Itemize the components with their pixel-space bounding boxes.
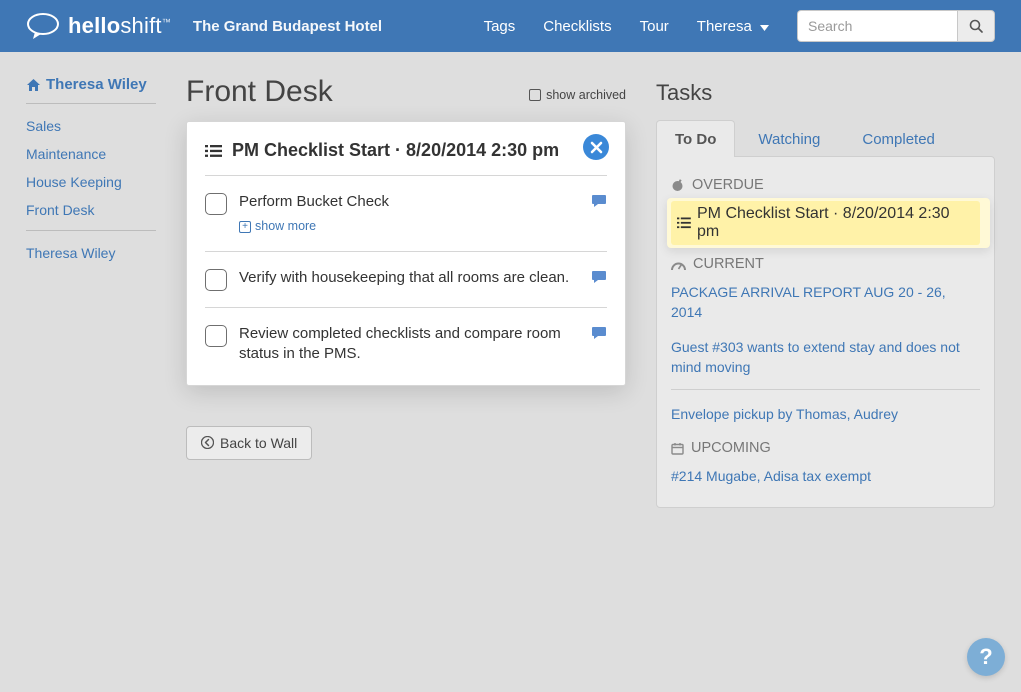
section-overdue: OVERDUE PM Checklist Start · 8/20/2014 2… xyxy=(671,177,980,248)
show-more-link[interactable]: + show more xyxy=(239,218,316,235)
checkbox-icon xyxy=(529,89,541,101)
section-current: CURRENT PACKAGE ARRIVAL REPORT AUG 20 - … xyxy=(671,256,980,426)
show-archived-label: show archived xyxy=(546,88,626,102)
help-label: ? xyxy=(979,644,992,670)
checkbox[interactable] xyxy=(205,325,227,347)
gauge-icon xyxy=(671,258,686,271)
sidebar-profile[interactable]: Theresa Wiley xyxy=(26,76,156,104)
search-icon xyxy=(969,19,983,33)
checklist-item: Perform Bucket Check + show more xyxy=(205,176,607,252)
close-icon xyxy=(590,141,603,154)
sidebar-item-frontdesk[interactable]: Front Desk xyxy=(26,202,156,218)
sidebar: Theresa Wiley Sales Maintenance House Ke… xyxy=(26,74,156,273)
nav-checklists[interactable]: Checklists xyxy=(543,18,611,35)
card-header: PM Checklist Start · 8/20/2014 2:30 pm xyxy=(205,140,607,176)
checklist-card: PM Checklist Start · 8/20/2014 2:30 pm P… xyxy=(186,121,626,386)
checklist-item: Verify with housekeeping that all rooms … xyxy=(205,252,607,308)
bomb-icon xyxy=(671,178,685,192)
brand-text: helloshift™ xyxy=(68,13,171,39)
sidebar-profile-name: Theresa Wiley xyxy=(46,76,147,93)
task-text: PM Checklist Start · 8/20/2014 2:30 pm xyxy=(697,205,974,241)
list-icon xyxy=(205,144,222,158)
sidebar-divider xyxy=(26,230,156,231)
tab-watching[interactable]: Watching xyxy=(739,120,839,157)
plus-icon: + xyxy=(239,221,251,233)
item-text: Verify with housekeeping that all rooms … xyxy=(239,268,579,288)
comment-icon[interactable] xyxy=(591,270,607,284)
home-icon xyxy=(26,78,41,92)
sidebar-item-housekeeping[interactable]: House Keeping xyxy=(26,174,156,190)
search-button[interactable] xyxy=(957,10,995,42)
close-button[interactable] xyxy=(583,134,609,160)
task-link[interactable]: Guest #303 wants to extend stay and does… xyxy=(671,335,980,380)
hotel-name[interactable]: The Grand Budapest Hotel xyxy=(193,18,382,35)
section-label: UPCOMING xyxy=(691,440,771,456)
show-archived-toggle[interactable]: show archived xyxy=(529,88,626,102)
task-link[interactable]: PACKAGE ARRIVAL REPORT AUG 20 - 26, 2014 xyxy=(671,280,980,325)
topbar: helloshift™ The Grand Budapest Hotel Tag… xyxy=(0,0,1021,52)
checkbox[interactable] xyxy=(205,269,227,291)
task-highlighted[interactable]: PM Checklist Start · 8/20/2014 2:30 pm xyxy=(667,198,990,248)
tasks-title: Tasks xyxy=(656,80,995,106)
brand[interactable]: helloshift™ xyxy=(26,12,171,40)
back-to-wall-button[interactable]: Back to Wall xyxy=(186,426,312,460)
page-title: Front Desk xyxy=(186,75,333,109)
help-bubble[interactable]: ? xyxy=(967,638,1005,676)
back-label: Back to Wall xyxy=(220,435,297,451)
tab-todo[interactable]: To Do xyxy=(656,120,735,157)
section-label: OVERDUE xyxy=(692,177,764,193)
checkbox[interactable] xyxy=(205,193,227,215)
task-link[interactable]: #214 Mugabe, Adisa tax exempt xyxy=(671,464,980,488)
nav-tour[interactable]: Tour xyxy=(640,18,669,35)
tasks-tab-panel: OVERDUE PM Checklist Start · 8/20/2014 2… xyxy=(656,156,995,508)
tasks-tabs: To Do Watching Completed xyxy=(656,120,995,157)
search xyxy=(797,10,995,42)
comment-icon[interactable] xyxy=(591,326,607,340)
sidebar-item-sales[interactable]: Sales xyxy=(26,118,156,134)
nav-right: Tags Checklists Tour Theresa xyxy=(484,10,995,42)
checklist-item: Review completed checklists and compare … xyxy=(205,308,607,381)
comment-icon[interactable] xyxy=(591,194,607,208)
card-title: PM Checklist Start · 8/20/2014 2:30 pm xyxy=(232,140,559,161)
section-upcoming: UPCOMING #214 Mugabe, Adisa tax exempt xyxy=(671,440,980,488)
caret-down-icon xyxy=(760,25,769,31)
tab-completed[interactable]: Completed xyxy=(843,120,954,157)
divider xyxy=(671,389,980,390)
calendar-icon xyxy=(671,442,684,455)
item-text: Perform Bucket Check xyxy=(239,192,579,212)
speech-bubble-icon xyxy=(26,12,60,40)
item-text: Review completed checklists and compare … xyxy=(239,324,579,365)
section-label: CURRENT xyxy=(693,256,764,272)
search-input[interactable] xyxy=(797,10,957,42)
tasks-panel: Tasks To Do Watching Completed OVERDUE xyxy=(656,74,995,508)
main-column: Front Desk show archived PM Checklist St… xyxy=(186,74,626,460)
page: Theresa Wiley Sales Maintenance House Ke… xyxy=(0,52,1021,530)
task-link[interactable]: Envelope pickup by Thomas, Audrey xyxy=(671,402,980,426)
sidebar-item-maintenance[interactable]: Maintenance xyxy=(26,146,156,162)
arrow-left-icon xyxy=(201,436,214,449)
sidebar-user-link[interactable]: Theresa Wiley xyxy=(26,245,156,261)
nav-tags[interactable]: Tags xyxy=(484,18,516,35)
list-icon xyxy=(677,217,691,229)
nav-user-menu[interactable]: Theresa xyxy=(697,18,769,35)
